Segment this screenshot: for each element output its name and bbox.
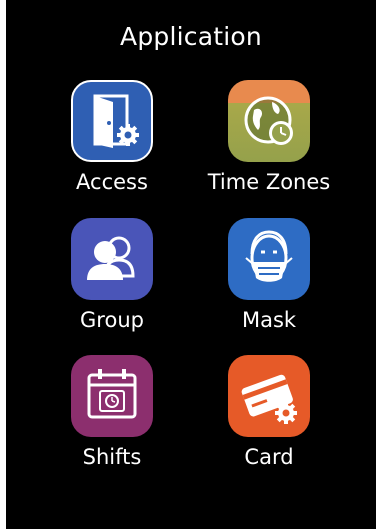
app-label-mask: Mask bbox=[241, 308, 297, 332]
globe-clock-icon bbox=[244, 96, 293, 145]
face-mask-icon bbox=[245, 230, 293, 282]
app-label-card: Card bbox=[244, 445, 294, 469]
users-icon bbox=[87, 236, 135, 280]
app-card[interactable]: Card bbox=[194, 355, 344, 469]
app-shifts[interactable]: Shifts bbox=[37, 355, 187, 469]
app-label-access: Access bbox=[76, 170, 148, 194]
app-label-shifts: Shifts bbox=[82, 445, 142, 469]
app-label-group: Group bbox=[80, 308, 144, 332]
door-gear-icon bbox=[93, 94, 139, 148]
page-title: Application bbox=[120, 22, 262, 51]
card-tile[interactable] bbox=[228, 355, 310, 437]
access-tile[interactable] bbox=[71, 80, 153, 162]
app-mask[interactable]: Mask bbox=[194, 218, 344, 332]
device-screen: Application Access Time Zones Group Mask… bbox=[6, 0, 376, 529]
calendar-clock-icon bbox=[87, 369, 137, 419]
app-group[interactable]: Group bbox=[37, 218, 187, 332]
mask-tile[interactable] bbox=[228, 218, 310, 300]
time-zones-tile[interactable] bbox=[228, 80, 310, 162]
shifts-tile[interactable] bbox=[71, 355, 153, 437]
app-time-zones[interactable]: Time Zones bbox=[194, 80, 344, 194]
card-gear-icon bbox=[241, 374, 297, 424]
app-access[interactable]: Access bbox=[37, 80, 187, 194]
group-tile[interactable] bbox=[71, 218, 153, 300]
app-label-time-zones: Time Zones bbox=[207, 170, 331, 194]
